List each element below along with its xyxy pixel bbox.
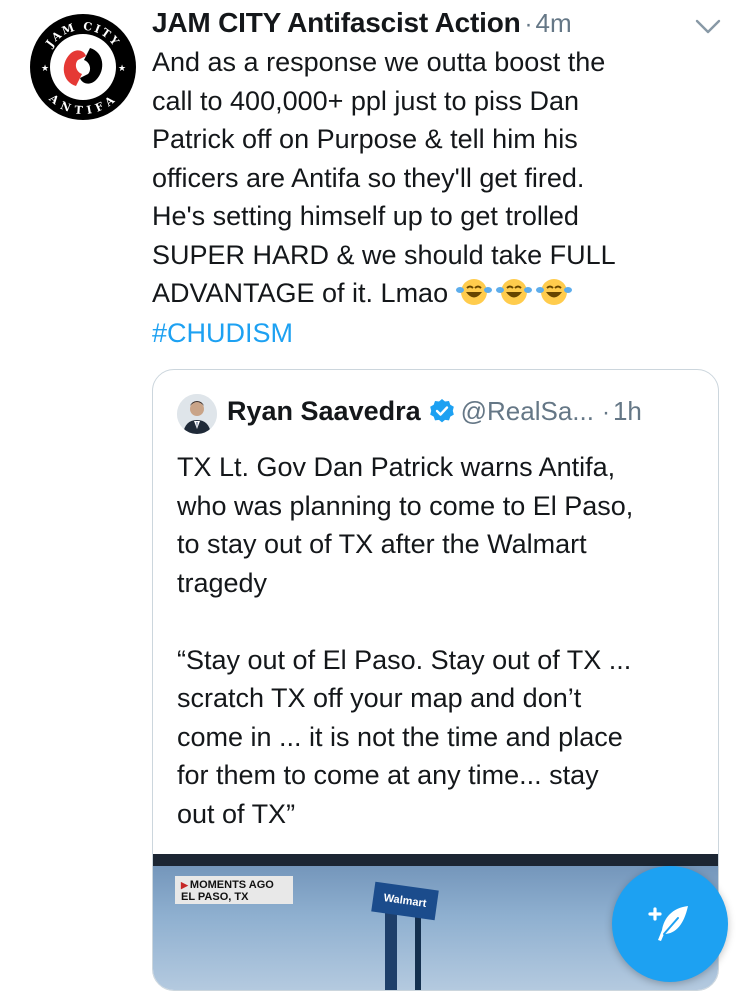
quote-separator: · — [601, 399, 610, 426]
media-top-band — [153, 854, 718, 866]
tweet-header: JAM CITY Antifascist Action · 4m — [152, 7, 672, 43]
compose-tweet-button[interactable] — [612, 866, 728, 982]
tears-of-joy-emoji-icon — [496, 279, 533, 305]
quote-author-name[interactable]: Ryan Saavedra — [227, 396, 421, 426]
tears-of-joy-emoji-icon — [456, 279, 493, 305]
walmart-sign: Walmart — [371, 881, 439, 921]
tweet-timestamp[interactable]: 4m — [536, 8, 572, 38]
chevron-down-icon[interactable] — [692, 14, 724, 38]
sign-pole-secondary — [415, 914, 421, 990]
quote-author-avatar[interactable] — [177, 394, 217, 434]
svg-text:★: ★ — [41, 63, 49, 73]
quote-text: TX Lt. Gov Dan Patrick warns Antifa, who… — [177, 452, 634, 829]
header-separator: · — [524, 11, 533, 38]
svg-text:★: ★ — [118, 63, 126, 73]
tweet-text-content: And as a response we outta boost the cal… — [152, 47, 616, 308]
hashtag-link[interactable]: #CHUDISM — [152, 314, 293, 352]
verified-badge-icon — [429, 399, 454, 423]
news-chyron: ▶ MOMENTS AGO EL PASO, TX — [175, 876, 293, 904]
quote-handle[interactable]: @RealSa... — [461, 396, 594, 426]
play-arrow-icon: ▶ — [181, 880, 188, 890]
quote-header: Ryan Saavedra @RealSa... · 1h — [227, 396, 642, 432]
quote-timestamp[interactable]: 1h — [613, 396, 642, 426]
sign-pole — [385, 912, 397, 990]
tears-of-joy-emoji-icon — [536, 279, 573, 305]
chyron-line-1: MOMENTS AGO — [189, 879, 274, 891]
emoji-group — [456, 276, 573, 308]
author-name[interactable]: JAM CITY Antifascist Action — [152, 7, 521, 38]
compose-feather-icon — [648, 906, 688, 941]
chyron-line-2: EL PASO, TX — [181, 891, 249, 903]
tweet-text: And as a response we outta boost the cal… — [152, 43, 712, 313]
author-avatar[interactable]: JAM CITY ANTIFA ★ ★ — [30, 14, 136, 120]
